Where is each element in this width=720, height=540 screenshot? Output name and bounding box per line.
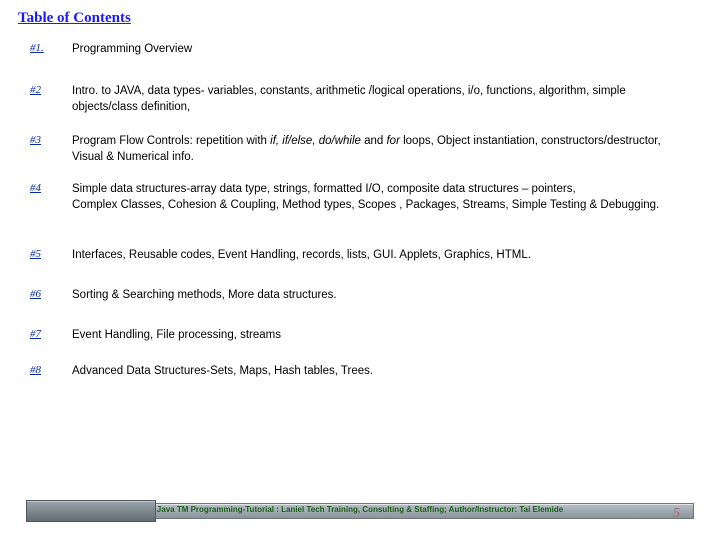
- toc-desc: Intro. to JAVA, data types- variables, c…: [72, 84, 690, 115]
- toc-link-2[interactable]: #2: [30, 84, 41, 96]
- toc-link-4[interactable]: #4: [30, 182, 41, 194]
- toc-link-6[interactable]: #6: [30, 288, 41, 300]
- slide: Table of Contents Java TM Programming-Tu…: [0, 0, 720, 540]
- toc-link-5[interactable]: #5: [30, 248, 41, 260]
- footer-bar: Java TM Programming-Tutorial : Laniel Te…: [26, 500, 694, 522]
- toc-link-1[interactable]: #1.: [30, 42, 44, 54]
- toc-link-8[interactable]: #8: [30, 364, 41, 376]
- toc-link-7[interactable]: #7: [30, 328, 41, 340]
- toc-desc: Event Handling, File processing, streams: [72, 328, 690, 344]
- page-title: Table of Contents: [18, 10, 131, 27]
- toc-desc: Sorting & Searching methods, More data s…: [72, 288, 690, 304]
- page-number: 5: [673, 506, 680, 522]
- toc-desc: Interfaces, Reusable codes, Event Handli…: [72, 248, 690, 264]
- toc-link-3[interactable]: #3: [30, 134, 41, 146]
- toc-desc: Programming Overview: [72, 42, 690, 58]
- toc-desc: Program Flow Controls: repetition with i…: [72, 134, 690, 165]
- toc-desc: Advanced Data Structures-Sets, Maps, Has…: [72, 364, 690, 380]
- footer-text: Java TM Programming-Tutorial : Laniel Te…: [26, 505, 694, 514]
- toc-desc: Simple data structures-array data type, …: [72, 182, 690, 213]
